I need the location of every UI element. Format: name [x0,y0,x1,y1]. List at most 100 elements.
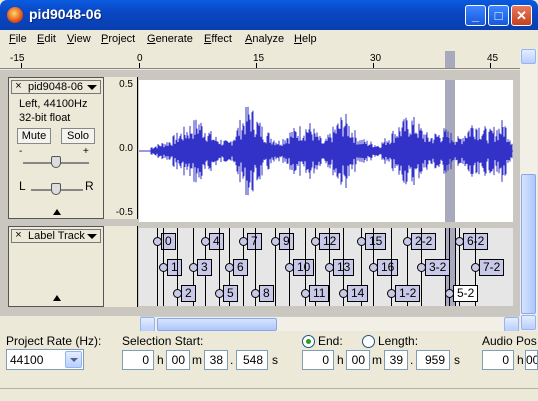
label-item[interactable]: 1-2 [395,285,421,302]
label-track-name[interactable]: Label Track [28,230,85,242]
start-milliseconds-field[interactable]: 548 [236,350,268,370]
end-radio[interactable] [302,335,315,348]
start-hours-field[interactable]: 0 [122,350,154,370]
label-item[interactable]: 8 [259,285,274,302]
ruler-selection-marker [445,51,455,68]
waveform-display[interactable] [139,80,513,222]
track-info-rate: Left, 44100Hz [19,98,88,110]
menu-edit[interactable]: Edit [37,33,56,45]
ruler-tick-label: 30 [370,53,382,64]
label-item[interactable]: 5 [223,285,238,302]
track-menu-arrow-icon[interactable] [87,85,97,90]
scroll-down-arrow-icon[interactable] [521,315,536,330]
amplitude-tick-top: 0.5 [119,79,133,90]
gain-plus-label: + [83,146,89,157]
label-item[interactable]: 1 [167,259,182,276]
menu-file[interactable]: File [9,33,27,45]
maximize-button[interactable]: □ [488,5,509,26]
label-item[interactable]: 14 [347,285,369,302]
menu-view[interactable]: View [67,33,91,45]
pan-left-label: L [19,179,26,193]
ruler-mark [256,63,257,68]
project-rate-dropdown-button[interactable] [65,351,82,368]
label-item[interactable]: 16 [377,259,399,276]
end-label: End: [318,334,343,348]
label-item[interactable]: 7-2 [479,259,505,276]
end-hours-field[interactable]: 0 [302,350,334,370]
close-button[interactable]: ✕ [511,5,532,26]
unit-h: h [157,353,164,367]
waveform-graphic [139,106,513,196]
window-title: pid9048-06 [29,6,102,22]
ruler-tick-label: -15 [10,53,25,64]
label-item[interactable]: 9 [279,233,294,250]
label-item[interactable]: 2-2 [411,233,437,250]
minimize-button[interactable]: _ [465,5,486,26]
close-label-track-icon[interactable]: × [12,230,25,242]
length-radio[interactable] [362,335,375,348]
horizontal-scroll-thumb[interactable] [157,318,277,331]
label-track-spacer [104,226,138,307]
track-name[interactable]: pid9048-06 [28,81,83,93]
status-bar [0,388,538,401]
collapse-track-icon[interactable] [53,209,61,215]
track-info-format: 32-bit float [19,112,71,124]
scroll-up-arrow-icon[interactable] [521,49,536,64]
unit-s: s [272,353,278,367]
label-item[interactable]: 4 [209,233,224,250]
pan-right-label: R [85,179,94,193]
end-milliseconds-field[interactable]: 959 [416,350,450,370]
label-track-title-box[interactable]: × Label Track [11,229,101,243]
label-item[interactable]: 15 [365,233,387,250]
unit-s: s [454,353,460,367]
start-seconds-field[interactable]: 38 [204,350,228,370]
collapse-label-track-icon[interactable] [53,295,61,301]
label-item[interactable]: 2 [181,285,196,302]
timeline-ruler[interactable]: -15 0 15 30 45 [0,49,520,69]
vertical-scroll-thumb[interactable] [521,174,536,314]
ruler-mark [139,63,140,68]
audio-pos-minutes-field[interactable]: 00 [525,350,538,370]
project-rate-value: 44100 [10,353,44,367]
menu-help[interactable]: Help [294,33,317,45]
pan-slider-thumb[interactable] [51,183,61,195]
menu-analyze[interactable]: Analyze [245,33,284,45]
horizontal-scrollbar[interactable] [140,316,519,332]
close-track-icon[interactable]: × [12,81,25,93]
label-item[interactable]: 11 [309,285,330,302]
menu-generate[interactable]: Generate [147,33,193,45]
label-item[interactable]: 3 [197,259,212,276]
chevron-down-icon [70,358,78,362]
ruler-mark [21,63,22,68]
label-track-menu-arrow-icon[interactable] [87,234,97,239]
solo-button[interactable]: Solo [61,128,95,144]
audio-pos-hours-field[interactable]: 0 [482,350,514,370]
end-minutes-field[interactable]: 00 [346,350,370,370]
label-item[interactable]: 10 [293,259,315,276]
project-rate-label: Project Rate (Hz): [6,334,102,348]
scroll-left-arrow-icon[interactable] [140,317,155,332]
label-track-area[interactable]: 047912152-26-21361013163-27-225811141-25… [139,228,513,306]
project-rate-combo[interactable]: 44100 [6,349,84,370]
menu-project[interactable]: Project [101,33,135,45]
gain-slider-thumb[interactable] [51,156,61,168]
audacity-app-icon [7,7,23,23]
menu-bar: File Edit View Project Generate Effect A… [0,30,538,49]
label-item[interactable]: 3-2 [425,259,451,276]
label-track-control-panel: × Label Track [8,226,104,307]
label-item[interactable]: 6 [233,259,248,276]
ruler-mark [490,63,491,68]
vertical-scrollbar[interactable] [520,49,537,331]
mute-button[interactable]: Mute [17,128,51,144]
label-item[interactable]: 5-2 [453,285,479,302]
end-seconds-field[interactable]: 39 [384,350,408,370]
track-title-box[interactable]: × pid9048-06 [11,80,101,94]
gain-minus-label: - [19,146,23,157]
length-label: Length: [378,334,419,348]
menu-effect[interactable]: Effect [204,33,232,45]
decimal-dot: . [410,353,414,367]
selection-start-label: Selection Start: [122,334,204,348]
start-minutes-field[interactable]: 00 [166,350,190,370]
scroll-right-arrow-icon[interactable] [504,317,519,332]
ruler-tick-label: 15 [253,53,265,64]
